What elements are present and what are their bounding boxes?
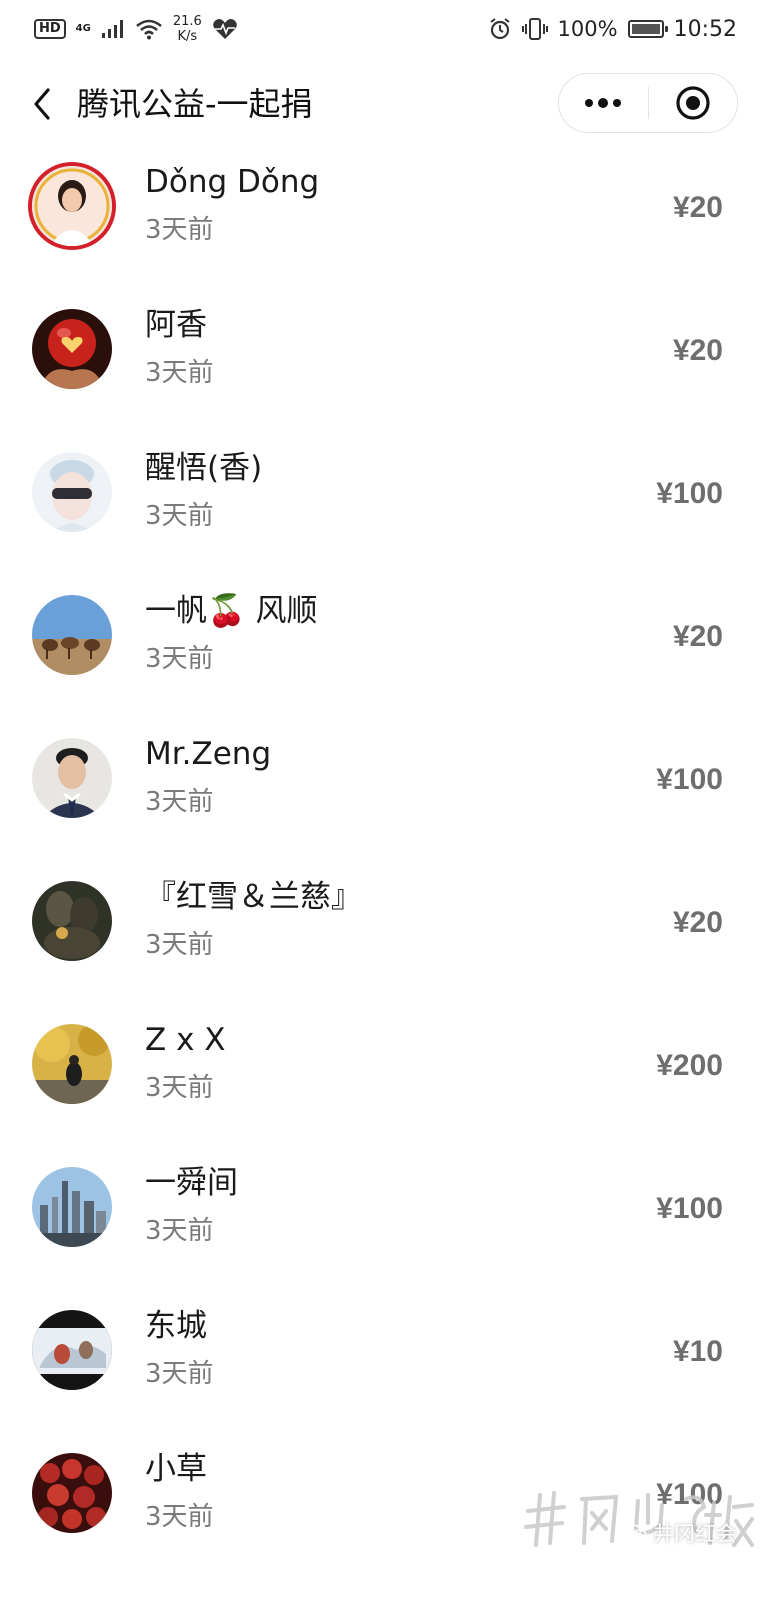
donor-name: 一舜间: [145, 1165, 238, 1201]
donor-name: Mr.Zeng: [145, 736, 272, 772]
donation-amount: ¥100: [656, 477, 723, 510]
avatar: [32, 881, 112, 961]
avatar: [32, 595, 112, 675]
more-dots-icon: [585, 98, 622, 108]
status-right: 100% 10:52: [488, 17, 737, 42]
donation-amount: ¥200: [656, 1049, 723, 1082]
page-title: 腾讯公益-一起捐: [77, 85, 313, 123]
list-item[interactable]: 醒悟(香) 3天前 ¥100: [0, 424, 771, 567]
clock: 10:52: [673, 16, 737, 42]
donation-time: 3天前: [145, 930, 214, 960]
donation-amount: ¥20: [672, 191, 723, 224]
avatar: [32, 166, 112, 246]
back-icon[interactable]: [26, 84, 60, 124]
miniprogram-capsule: [558, 73, 738, 133]
list-item[interactable]: Mr.Zeng 3天前 ¥100: [0, 710, 771, 853]
donor-name: 东城: [145, 1308, 207, 1344]
speed-unit: K/s: [177, 29, 198, 44]
donation-amount: ¥100: [656, 1192, 723, 1225]
donor-name: 『红雪＆兰慈』: [145, 879, 362, 915]
speed-value: 21.6: [172, 14, 202, 29]
status-bar: HD 4G 21.6 K/s 100% 10:52: [0, 0, 771, 58]
donation-amount: ¥10: [672, 1335, 723, 1368]
wifi-icon: [136, 19, 162, 40]
donation-list-page: HD 4G 21.6 K/s 100% 10:52 腾讯公益-一起捐 Dǒng …: [0, 0, 771, 1600]
vibrate-icon: [521, 18, 548, 40]
target-close-icon: [676, 86, 710, 120]
status-left: HD 4G 21.6 K/s: [34, 14, 238, 44]
watermark-account-name: 井冈红会: [653, 1522, 737, 1546]
donor-name: 小草: [145, 1451, 207, 1487]
avatar: [32, 1167, 112, 1247]
donation-time: 3天前: [145, 787, 214, 817]
list-item[interactable]: Z x X 3天前 ¥200: [0, 996, 771, 1139]
donation-amount: ¥20: [672, 620, 723, 653]
donation-time: 3天前: [145, 1073, 214, 1103]
donation-time: 3天前: [145, 1502, 214, 1532]
battery-icon: [627, 20, 668, 38]
list-item[interactable]: 『红雪＆兰慈』 3天前 ¥20: [0, 853, 771, 996]
more-button[interactable]: [559, 74, 648, 132]
donor-name: Z x X: [145, 1022, 226, 1058]
alarm-icon: [489, 18, 510, 40]
donation-amount: ¥100: [656, 763, 723, 796]
list-item[interactable]: 东城 3天前 ¥10: [0, 1282, 771, 1425]
list-item[interactable]: 一帆🍒 风顺 3天前 ¥20: [0, 567, 771, 710]
donation-time: 3天前: [145, 501, 214, 531]
avatar: [32, 1453, 112, 1533]
donor-name: 一帆🍒 风顺: [145, 593, 318, 629]
close-miniprogram-button[interactable]: [649, 74, 738, 132]
signal-icon: [101, 20, 123, 38]
avatar: [32, 452, 112, 532]
donor-name: 阿香: [145, 307, 207, 343]
donation-time: 3天前: [145, 1359, 214, 1389]
donation-time: 3天前: [145, 358, 214, 388]
watermark-account: 井冈红会: [625, 1518, 737, 1548]
nav-bar: 腾讯公益-一起捐: [0, 62, 771, 146]
heart-rate-icon: [213, 19, 237, 39]
network-speed: 21.6 K/s: [173, 14, 202, 44]
avatar: [32, 309, 112, 389]
hd-badge: HD: [34, 19, 66, 39]
list-item[interactable]: Dǒng Dǒng 3天前 ¥20: [0, 138, 771, 281]
network-type: 4G: [75, 23, 91, 34]
avatar: [32, 1310, 112, 1390]
list-item[interactable]: 阿香 3天前 ¥20: [0, 281, 771, 424]
donor-name: 醒悟(香): [145, 450, 263, 486]
donation-time: 3天前: [145, 1216, 214, 1246]
donor-name: Dǒng Dǒng: [145, 164, 320, 200]
avatar: [32, 1024, 112, 1104]
donor-list: Dǒng Dǒng 3天前 ¥20 阿香 3天前 ¥20 醒悟(香) 3天前 ¥…: [0, 138, 771, 1568]
list-item[interactable]: 一舜间 3天前 ¥100: [0, 1139, 771, 1282]
wechat-icon: [625, 1524, 647, 1541]
donation-time: 3天前: [145, 215, 214, 245]
donation-time: 3天前: [145, 644, 214, 674]
avatar: [32, 738, 112, 818]
donation-amount: ¥20: [672, 906, 723, 939]
donation-amount: ¥20: [672, 334, 723, 367]
battery-percent: 100%: [557, 17, 618, 41]
